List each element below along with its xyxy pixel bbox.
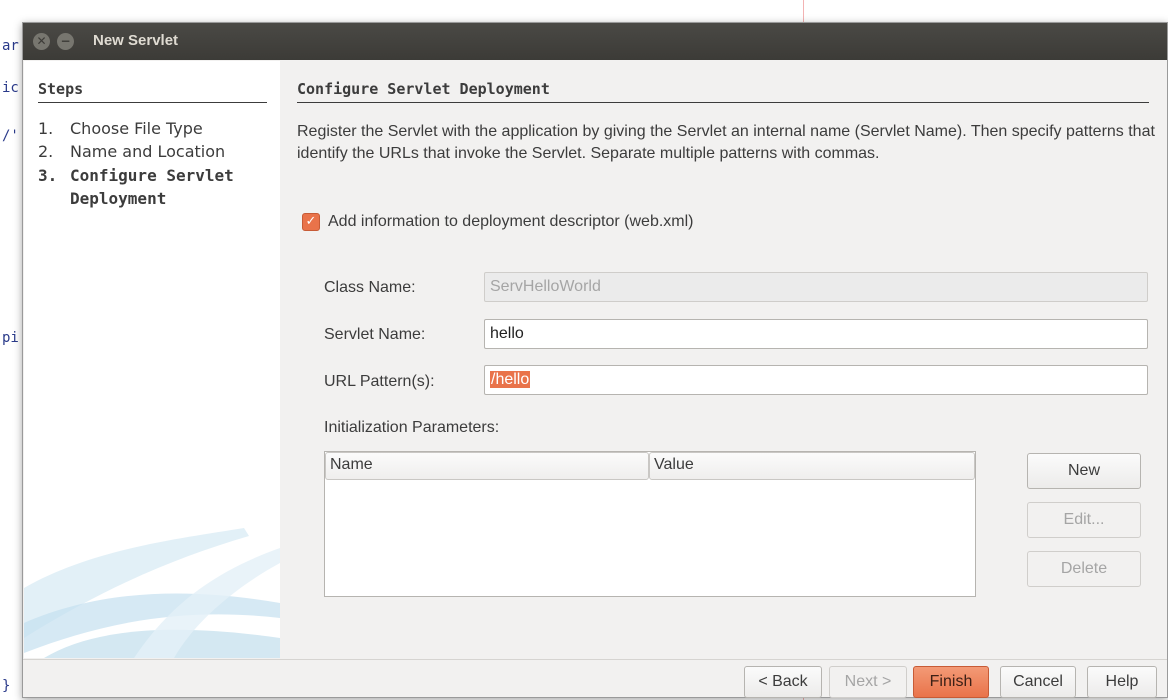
table-header: Name Value [325,452,975,480]
steps-pane: Steps 1. Choose File Type 2. Name and Loca… [24,61,280,658]
panel-title: Configure Servlet Deployment [297,80,550,98]
edit-param-button[interactable]: Edit... [1027,502,1141,538]
step-number: 1. [38,119,54,138]
wizard-swoosh-graphic [24,528,280,658]
class-name-label: Class Name: [324,279,416,296]
next-button[interactable]: Next > [829,666,907,698]
init-params-table[interactable]: Name Value [324,451,976,597]
dialog-title: New Servlet [93,32,179,49]
add-info-checkbox-label: Add information to deployment descriptor… [328,213,694,230]
column-header-value[interactable]: Value [649,452,975,480]
new-param-button[interactable]: New [1027,453,1141,489]
servlet-name-label: Servlet Name: [324,326,426,343]
title-bar[interactable]: ✕ − New Servlet [23,23,1167,60]
back-button[interactable]: < Back [744,666,822,698]
url-pattern-field[interactable]: /hello [484,365,1148,395]
minimize-window-button[interactable]: − [57,33,74,50]
url-pattern-selected-text: /hello [490,371,531,388]
step-label: Choose File Type [70,119,203,138]
editor-text-fragment: ar [2,38,19,54]
minimize-icon: − [60,34,71,48]
step-label: Name and Location [70,142,226,161]
panel-title-separator [297,102,1149,103]
step-configure-servlet-deployment: 3. Configure Servlet [38,166,234,185]
cancel-button[interactable]: Cancel [1000,666,1076,698]
new-servlet-dialog: ✕ − New Servlet Steps 1. Choose File Type… [22,22,1168,698]
panel-description: Register the Servlet with the applicatio… [297,123,1155,162]
init-params-label: Initialization Parameters: [324,419,500,436]
step-name-and-location: 2. Name and Location [38,142,225,161]
close-icon: ✕ [36,34,47,48]
editor-text-fragment: } [2,678,11,694]
steps-separator [38,102,267,103]
url-pattern-label: URL Pattern(s): [324,373,435,390]
step-label: Configure Servlet [70,166,234,185]
add-info-checkbox[interactable]: ✓ [302,213,320,231]
class-name-field: ServHelloWorld [484,272,1148,302]
servlet-name-field[interactable]: hello [484,319,1148,349]
help-button[interactable]: Help [1087,666,1157,698]
column-header-name[interactable]: Name [325,452,649,480]
check-icon: ✓ [305,214,317,229]
finish-button[interactable]: Finish [913,666,989,698]
close-window-button[interactable]: ✕ [33,33,50,50]
step-number: 2. [38,142,54,161]
step-number: 3. [38,166,58,185]
editor-text-fragment: /' [2,128,19,144]
step-choose-file-type: 1. Choose File Type [38,119,203,138]
dialog-footer: < Back Next > Finish Cancel Help [23,659,1167,698]
main-panel: Configure Servlet Deployment Register th… [297,61,1157,651]
delete-param-button[interactable]: Delete [1027,551,1141,587]
steps-title: Steps [38,80,84,98]
editor-text-fragment: ic [2,80,19,96]
editor-text-fragment: pi [2,330,19,346]
step-label: Deployment [70,189,167,208]
step-configure-servlet-deployment-cont: Deployment [38,189,166,208]
add-info-checkbox-row[interactable]: ✓ Add information to deployment descript… [302,211,694,233]
